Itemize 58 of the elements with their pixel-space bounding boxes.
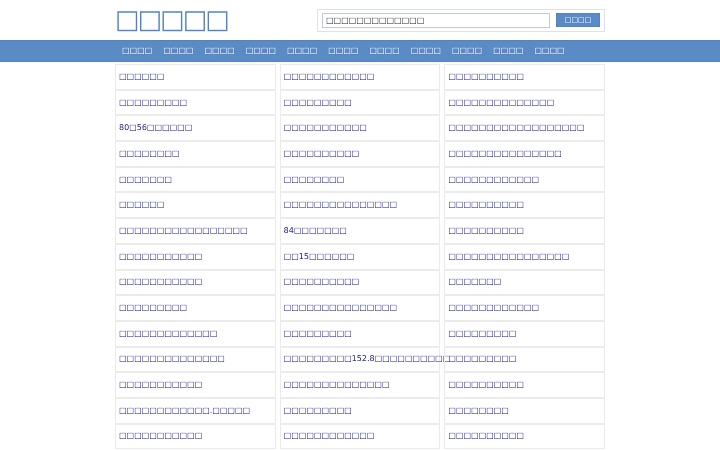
article-link[interactable]: □□□□□□□□□152.8□□□□□□□□□□ — [284, 353, 450, 366]
article-link[interactable]: □□□□□□□□□ — [284, 96, 352, 109]
article-link[interactable]: □□□□□□□□□□□ — [119, 430, 202, 442]
nav-link[interactable]: □□□□ — [327, 45, 360, 57]
nav-link[interactable]: □□□□ — [492, 45, 524, 57]
search-field[interactable]: □□□□□□□□□□□□□ — [322, 12, 550, 28]
article-link[interactable]: □□□□□□□□□□□□ — [448, 174, 540, 186]
article-link[interactable]: □□□□□□□□□□□ — [284, 122, 367, 134]
article-link[interactable]: □□□□□□□□□□□□□□□□ — [448, 250, 570, 263]
article-link[interactable]: □□□□□□□□□□□□□□□□□□ — [448, 122, 584, 134]
article-link[interactable]: □□□□□□□□□□□□□ — [119, 328, 218, 340]
nav-link[interactable]: □□□□ — [244, 45, 277, 57]
article-link[interactable]: □□□□□□□□□□□□□□ — [119, 353, 225, 366]
article-link[interactable]: □□□□□□□□□□ — [448, 430, 524, 442]
nav-link[interactable]: □□□□ — [410, 45, 442, 57]
article-link[interactable]: □□□□□□ — [119, 199, 164, 212]
article-link[interactable]: □□□□□□□□□□□□□□□ — [448, 148, 562, 160]
article-link[interactable]: □□□□□□□ — [448, 276, 502, 288]
nav-link[interactable]: □□□□ — [121, 45, 154, 57]
article-link[interactable]: □□□□□□□□□□□□□□□ — [284, 302, 398, 314]
nav-link[interactable]: □□□□ — [203, 45, 236, 57]
article-link[interactable]: □□□□□□□□□ — [284, 328, 352, 340]
article-link[interactable]: □□□□□□□□□□ — [448, 379, 524, 392]
nav-link[interactable]: □□□□ — [368, 45, 401, 57]
article-link[interactable]: □□□□□□□□□□ — [284, 148, 360, 160]
article-link[interactable]: □□□□□□ — [119, 70, 164, 83]
article-link[interactable]: □□□□□□□□□□□ — [119, 250, 202, 263]
article-link[interactable]: □□15□□□□□□ — [284, 250, 354, 263]
article-link[interactable]: □□□□□□□□□□□□ — [284, 430, 374, 442]
article-link[interactable]: □□□□□□□□□ — [448, 353, 516, 366]
article-link[interactable]: □□□□□□□□□□□□ — [448, 302, 540, 314]
article-link[interactable]: □□□□□□□□□□□ — [119, 276, 202, 288]
nav-link[interactable]: □□□□ — [450, 45, 484, 57]
nav-link[interactable]: □□□□ — [533, 45, 566, 57]
article-link[interactable]: 84□□□□□□□ — [284, 224, 347, 237]
article-link[interactable]: □□□□□□□□□□ — [448, 199, 524, 212]
article-link[interactable]: □□□□□□□□□□□□□□□□□ — [119, 224, 248, 237]
article-link[interactable]: □□□□□□□□□ — [119, 302, 188, 314]
site-logo[interactable]: □□□□□ — [115, 7, 228, 33]
article-link[interactable]: □□□□□□□□□ — [448, 328, 516, 340]
article-link[interactable]: □□□□□□□□□□ — [448, 70, 524, 83]
article-link[interactable]: □□□□□□□□□□□ — [119, 379, 202, 392]
article-link[interactable]: □□□□□□□□□□□□□□□ — [284, 199, 398, 212]
nav-link[interactable]: □□□□ — [162, 45, 194, 57]
article-link[interactable]: □□□□□□□□□□ — [284, 276, 360, 288]
article-link[interactable]: □□□□□□□□ — [119, 148, 180, 160]
article-link[interactable]: □□□□□□□□□□□□□□ — [448, 96, 554, 109]
article-link[interactable]: □□□□□□□□□□□□□□ — [284, 379, 390, 392]
article-link[interactable]: □□□□□□□□□ — [284, 404, 352, 417]
article-link[interactable]: □□□□□□□□ — [448, 404, 509, 417]
article-link[interactable]: □□□□□□□□□□□□.□□□□□ — [119, 404, 250, 417]
nav-link[interactable]: □□□□ — [286, 45, 318, 57]
article-link[interactable]: □□□□□□□□□□ — [448, 224, 524, 237]
article-link[interactable]: 80□56□□□□□□ — [119, 122, 192, 134]
article-link[interactable]: □□□□□□□□□□□□ — [284, 70, 374, 83]
article-link[interactable]: □□□□□□□□ — [284, 174, 344, 186]
article-link[interactable]: □□□□□□□ — [119, 174, 172, 186]
article-link[interactable]: □□□□□□□□□ — [119, 96, 188, 109]
